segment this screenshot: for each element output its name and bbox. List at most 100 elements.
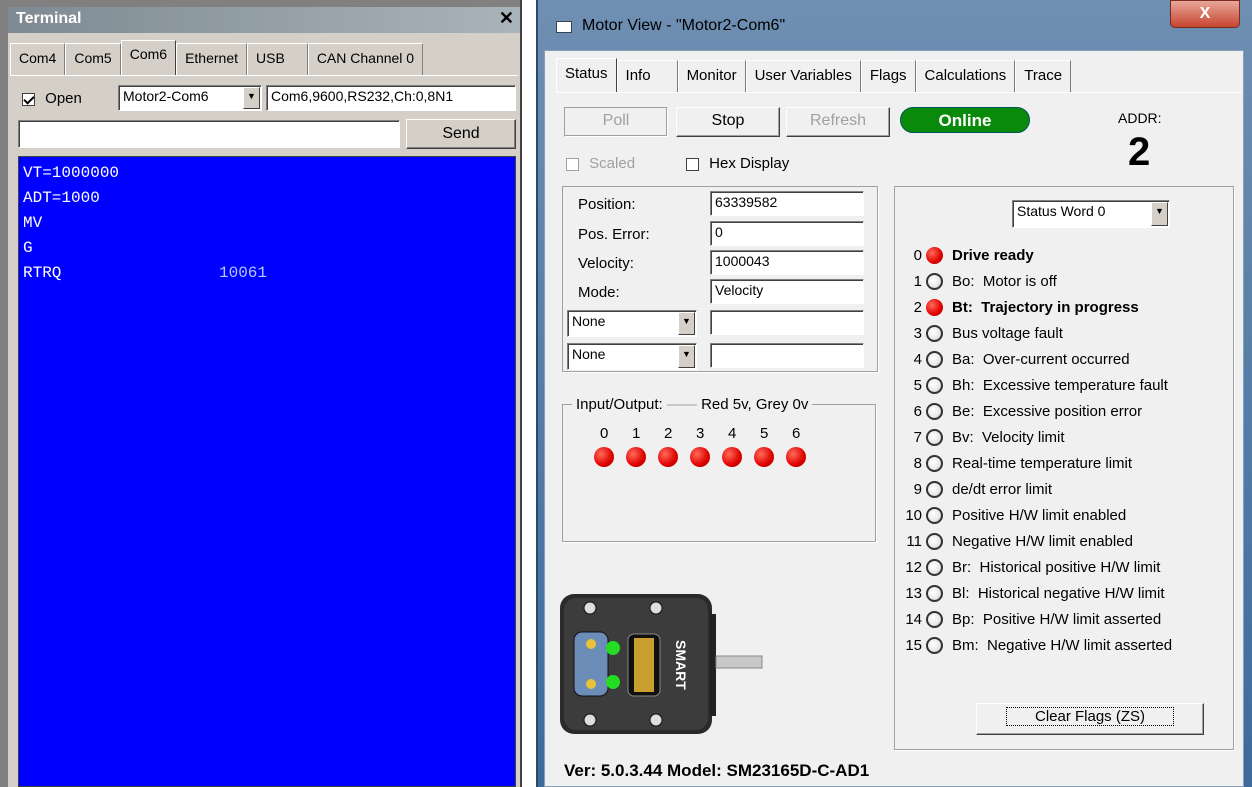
io-pin-led (690, 447, 710, 467)
status-bit-text: de/dt error limit (952, 480, 1053, 498)
status-bit-index: 9 (913, 480, 922, 498)
status-led-icon (926, 246, 943, 264)
tab-info[interactable]: Info (616, 60, 678, 92)
io-pin-led (626, 447, 646, 467)
tab-calculations[interactable]: Calculations (915, 60, 1016, 92)
status-led-icon (926, 376, 943, 394)
status-led-icon (926, 298, 943, 316)
status-bit-text: Be: Excessive position error (952, 402, 1143, 420)
terminal-titlebar: Terminal ✕ (8, 7, 520, 33)
tab-status[interactable]: Status (556, 58, 617, 92)
console-line: RTRQ 10061 (23, 261, 511, 286)
poll-button[interactable]: Poll (564, 107, 668, 137)
clear-flags-button[interactable]: Clear Flags (ZS) (976, 703, 1204, 735)
tab-flags[interactable]: Flags (860, 60, 916, 92)
status-bit-index: 6 (913, 402, 922, 420)
tab-ethernet[interactable]: Ethernet (176, 43, 248, 75)
status-led-icon (926, 558, 943, 576)
status-bit-text: Bv: Velocity limit (952, 428, 1065, 446)
terminal-close-icon[interactable]: ✕ (499, 8, 514, 29)
position-value: 63339582 (710, 191, 864, 216)
clear-flags-label: Clear Flags (ZS) (1005, 707, 1175, 726)
status-bit-index: 10 (905, 506, 922, 524)
tab-user-variables[interactable]: User Variables (745, 60, 861, 92)
terminal-console[interactable]: VT=1000000 ADT=1000 MV G RTRQ 10061 (18, 156, 516, 787)
console-line: G (23, 239, 33, 257)
refresh-button[interactable]: Refresh (786, 107, 890, 137)
extra-select-1[interactable]: None ▼ (567, 310, 697, 337)
status-bit-text: Real-time temperature limit (952, 454, 1133, 472)
tab-com6[interactable]: Com6 (120, 40, 177, 75)
status-bit-row: 4 Ba: Over-current occurred (902, 346, 1130, 372)
command-input[interactable] (18, 120, 400, 148)
status-bit-text: Bp: Positive H/W limit asserted (952, 610, 1162, 628)
io-pin-label: 6 (792, 425, 801, 442)
status-led-icon (926, 350, 943, 368)
close-icon[interactable]: X (1170, 0, 1240, 28)
io-pin-led (754, 447, 774, 467)
chevron-down-icon[interactable]: ▼ (678, 312, 695, 335)
console-response-value: 10061 (219, 264, 268, 282)
status-led-icon (926, 610, 943, 628)
status-bit-text: Positive H/W limit enabled (952, 506, 1127, 524)
status-bit-index: 8 (913, 454, 922, 472)
status-bit-index: 15 (905, 636, 922, 654)
stop-button[interactable]: Stop (676, 107, 780, 137)
motor-view-title: Motor View - "Motor2-Com6" (582, 17, 786, 34)
motor-select[interactable]: Motor2-Com6 ▼ (118, 85, 262, 111)
scaled-checkbox[interactable] (566, 157, 579, 171)
motor-brand-logo: SMART (673, 640, 689, 690)
tab-com5[interactable]: Com5 (65, 43, 121, 75)
chevron-down-icon[interactable]: ▼ (243, 87, 260, 109)
status-bit-index: 5 (913, 376, 922, 394)
addr-value: 2 (1128, 130, 1151, 174)
scaled-checkbox-group[interactable]: Scaled (566, 155, 635, 172)
status-bit-row: 13 Bl: Historical negative H/W limit (902, 580, 1165, 606)
addr-label: ADDR: (1118, 110, 1162, 126)
status-word-select[interactable]: Status Word 0 ▼ (1012, 200, 1170, 228)
tab-divider (10, 75, 518, 76)
tab-trace[interactable]: Trace (1015, 60, 1072, 92)
terminal-tabs: Com4 Com5 Com6 Ethernet USB CAN Channel … (10, 40, 424, 75)
chevron-down-icon[interactable]: ▼ (1151, 202, 1168, 226)
tab-com4[interactable]: Com4 (10, 43, 66, 75)
terminal-title: Terminal (16, 10, 82, 27)
status-bit-index: 2 (913, 298, 922, 316)
mode-value: Velocity (710, 279, 864, 304)
io-group (562, 404, 876, 542)
io-pin-label: 4 (728, 425, 737, 442)
send-button[interactable]: Send (406, 119, 516, 149)
velocity-label: Velocity: (578, 255, 634, 272)
open-checkbox[interactable] (22, 92, 35, 106)
velocity-value: 1000043 (710, 250, 864, 275)
status-led-icon (926, 506, 943, 524)
status-bit-row: 6 Be: Excessive position error (902, 398, 1142, 424)
extra-select-2[interactable]: None ▼ (567, 343, 697, 370)
version-model-line: Ver: 5.0.3.44 Model: SM23165D-C-AD1 (564, 761, 870, 780)
open-checkbox-group[interactable]: Open (22, 90, 82, 107)
io-pin-led (722, 447, 742, 467)
status-bit-text: Drive ready (952, 246, 1034, 264)
tab-usb[interactable]: USB (247, 43, 308, 75)
motor-image: SMART (560, 594, 763, 734)
status-bit-text: Br: Historical positive H/W limit (952, 558, 1161, 576)
hex-display-checkbox-group[interactable]: Hex Display (686, 155, 789, 172)
tab-monitor[interactable]: Monitor (677, 60, 746, 92)
status-bit-index: 11 (906, 532, 922, 550)
console-line: ADT=1000 (23, 189, 100, 207)
status-led-icon (926, 324, 943, 342)
status-bit-index: 13 (905, 584, 922, 602)
console-line: MV (23, 214, 43, 232)
hex-display-checkbox[interactable] (686, 157, 699, 171)
status-led-icon (926, 402, 943, 420)
status-bit-index: 7 (913, 428, 922, 446)
open-label: Open (45, 90, 82, 107)
motor-select-value: Motor2-Com6 (123, 88, 209, 104)
tab-can-channel-0[interactable]: CAN Channel 0 (307, 43, 424, 75)
status-bit-row: 11 Negative H/W limit enabled (902, 528, 1133, 554)
motor-view-tabs: Status Info Monitor User Variables Flags… (556, 58, 1072, 92)
status-bit-row: 3 Bus voltage fault (902, 320, 1063, 346)
position-label: Position: (578, 196, 636, 213)
io-pin-led (658, 447, 678, 467)
chevron-down-icon[interactable]: ▼ (678, 345, 695, 368)
